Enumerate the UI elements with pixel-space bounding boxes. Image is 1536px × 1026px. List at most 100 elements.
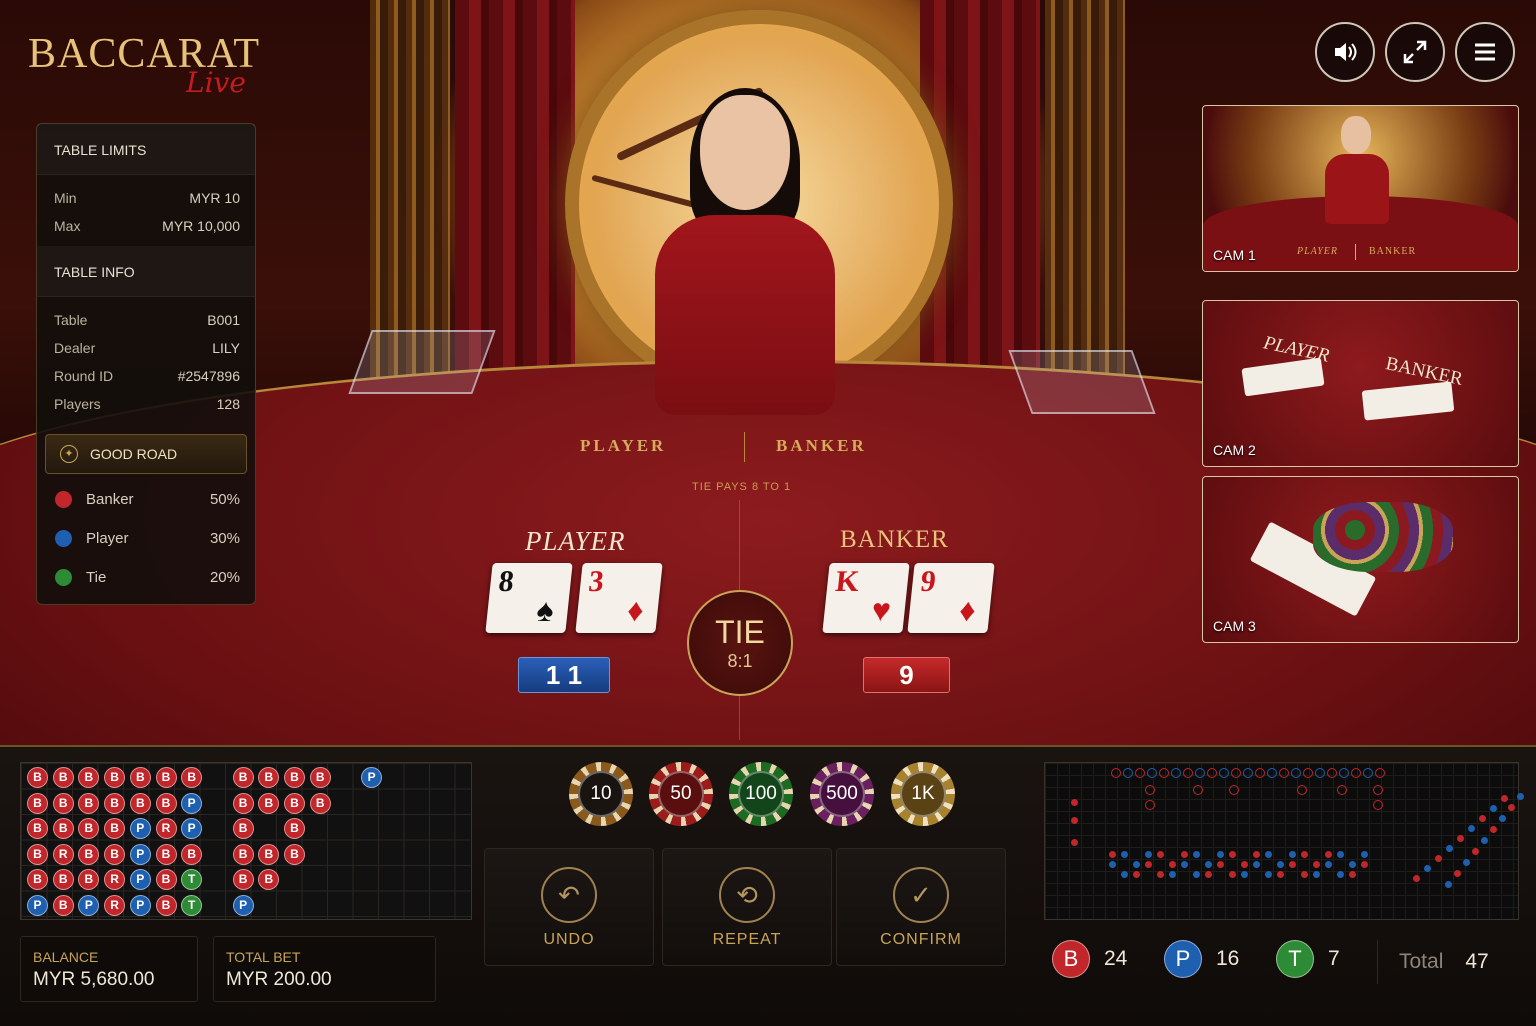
derived-road-dot xyxy=(1472,848,1479,855)
bead-road-cell: B xyxy=(155,894,177,916)
cam2-player-cards xyxy=(1241,357,1325,397)
menu-button[interactable] xyxy=(1455,22,1515,82)
bead-road-cell: P xyxy=(232,894,254,916)
bead-road-cell: P xyxy=(78,894,100,916)
diamond-icon: ♦ xyxy=(957,592,978,628)
derived-road-dot xyxy=(1253,861,1260,868)
undo-button[interactable]: ↶ UNDO xyxy=(484,848,654,966)
repeat-button[interactable]: ⟲ REPEAT xyxy=(662,848,832,966)
road-stat-banker: Banker 50% xyxy=(37,480,255,519)
derived-road-dot xyxy=(1301,871,1308,878)
player-count: 16 xyxy=(1216,947,1240,970)
chip-10[interactable]: 10 xyxy=(569,762,633,826)
road-stat-player: Player 30% xyxy=(37,519,255,558)
dealer-body xyxy=(655,215,835,415)
bead-road-cell: B xyxy=(27,869,48,890)
bead-road-cell: R xyxy=(155,818,177,839)
big-road-ring xyxy=(1291,768,1301,778)
chip-500[interactable]: 500 xyxy=(810,762,874,826)
compass-icon: ✦ xyxy=(60,445,78,463)
tie-count: 7 xyxy=(1328,947,1340,970)
menu-icon xyxy=(1475,43,1495,61)
banker-score: 9 xyxy=(863,657,950,693)
volume-button[interactable] xyxy=(1315,22,1375,82)
road-stat-value: 20% xyxy=(209,569,240,586)
total-count: 47 xyxy=(1465,950,1489,973)
felt-banker-text: BANKER xyxy=(776,436,867,455)
derived-road-dot xyxy=(1361,851,1368,858)
bead-road-cell: B xyxy=(78,843,100,865)
camera-label: CAM 3 xyxy=(1213,618,1256,634)
bead-road-cell: B xyxy=(284,767,305,788)
confirm-button[interactable]: ✓ CONFIRM xyxy=(836,848,1006,966)
derived-road-dot xyxy=(1205,871,1212,878)
derived-road-dot xyxy=(1508,804,1515,811)
derived-road-dot xyxy=(1337,851,1344,858)
bead-road-cell: B xyxy=(258,869,280,890)
derived-road-dot xyxy=(1435,855,1442,862)
brand-subtitle: Live xyxy=(186,66,246,99)
big-road-ring xyxy=(1219,768,1229,778)
bead-road-cell: B xyxy=(284,818,305,839)
info-label: Table xyxy=(54,312,88,328)
card-rank: 8 xyxy=(497,565,516,598)
big-road-ring xyxy=(1279,768,1289,778)
bead-road-cell: B xyxy=(27,818,48,839)
derived-road-dot xyxy=(1071,799,1078,806)
bead-road-cell: B xyxy=(129,792,151,814)
chip-50[interactable]: 50 xyxy=(649,762,713,826)
big-road-ring xyxy=(1339,768,1349,778)
balance-box: BALANCE MYR 5,680.00 xyxy=(20,936,198,1002)
derived-road-dot xyxy=(1349,861,1356,868)
card-rank: 9 xyxy=(919,565,938,598)
chip-value: 500 xyxy=(819,771,865,817)
derived-road-dot xyxy=(1454,870,1461,877)
bead-road-cell: B xyxy=(232,767,254,788)
road-stat-value: 50% xyxy=(209,491,240,508)
good-road-label: GOOD ROAD xyxy=(90,446,178,462)
player-card-1: 8 ♠ xyxy=(485,563,573,633)
camera-2-view[interactable]: PLAYER BANKER CAM 2 xyxy=(1202,300,1519,467)
chip-value: 50 xyxy=(658,771,704,817)
derived-road-dot xyxy=(1217,851,1224,858)
undo-icon: ↶ xyxy=(541,867,597,923)
big-road-ring xyxy=(1303,768,1313,778)
bead-road-cell: B xyxy=(155,869,177,890)
road-stat-value: 30% xyxy=(209,530,240,547)
bead-road-cell: B xyxy=(284,792,305,814)
derived-road-dot xyxy=(1181,861,1188,868)
big-road-ring xyxy=(1375,768,1385,778)
fullscreen-button[interactable] xyxy=(1385,22,1445,82)
tie-dot xyxy=(55,569,72,586)
big-road-ring xyxy=(1337,785,1347,795)
derived-road-dot xyxy=(1133,871,1140,878)
derived-road-dot xyxy=(1157,851,1164,858)
info-label: Round ID xyxy=(54,368,114,384)
info-value: LILY xyxy=(212,340,240,356)
derived-road-dot xyxy=(1265,871,1272,878)
derived-road-dot xyxy=(1253,851,1260,858)
player-dot xyxy=(55,530,72,547)
bead-road-cell: B xyxy=(309,792,331,814)
bead-road-cell: B xyxy=(129,767,151,788)
bead-road-cell: B xyxy=(309,767,331,788)
info-value: B001 xyxy=(207,312,240,328)
bead-road: BBBBBBBBBBBPBBBBBBPBBBBBBBBPRPBBBRBBPBBB… xyxy=(20,762,472,920)
good-road-button[interactable]: ✦ GOOD ROAD xyxy=(45,434,247,474)
player-hand-label: PLAYER xyxy=(525,526,626,556)
derived-road-dot xyxy=(1490,826,1497,833)
bead-road-cell: R xyxy=(104,894,126,916)
tie-bet-spot[interactable]: TIE 8:1 xyxy=(687,590,793,696)
camera-3-view[interactable]: CAM 3 xyxy=(1202,476,1519,643)
big-road-ring xyxy=(1145,800,1155,810)
tie-pays-text: TIE PAYS 8 TO 1 xyxy=(692,481,792,493)
bead-road-cell: B xyxy=(232,818,254,839)
chip-100[interactable]: 100 xyxy=(729,762,793,826)
derived-road-dot xyxy=(1121,871,1128,878)
camera-1-view[interactable]: PLAYER BANKER CAM 1 xyxy=(1202,105,1519,272)
bead-road-cell: T xyxy=(181,894,203,916)
derived-road-dot xyxy=(1193,851,1200,858)
chip-1k[interactable]: 1K xyxy=(891,762,955,826)
bead-road-cell: B xyxy=(155,843,177,865)
total-count-stat: Total 47 xyxy=(1399,950,1489,974)
